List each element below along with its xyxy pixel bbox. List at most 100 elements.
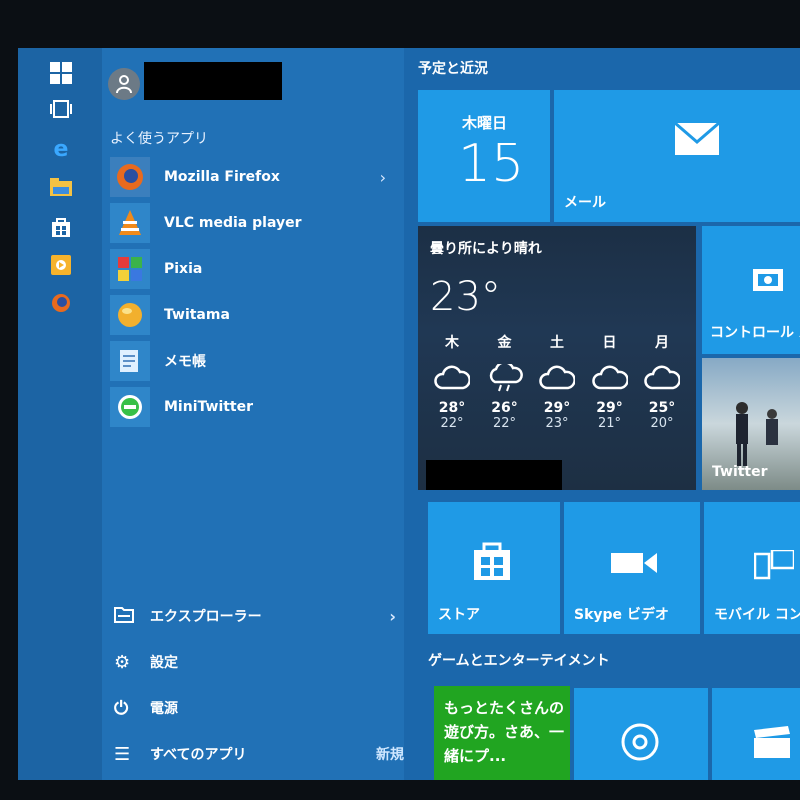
mail-label: メール xyxy=(564,195,606,211)
store-icon xyxy=(472,540,512,586)
forecast-low: 23° xyxy=(545,416,569,431)
groove-music-icon xyxy=(620,722,660,766)
minitwitter-icon xyxy=(110,387,150,427)
tiles-area: 予定と近況 木曜日 15 メール 曇り所により晴れ 23° 木 28° 22° xyxy=(404,48,800,780)
forecast-low: 21° xyxy=(597,416,622,431)
start-menu-list: よく使うアプリ Mozilla Firefox › VLC media play… xyxy=(102,48,404,780)
control-panel-icon xyxy=(752,268,792,302)
forecast-day: 土 29° 23° xyxy=(531,332,583,431)
mail-tile[interactable]: メール xyxy=(554,90,800,222)
chevron-right-icon[interactable]: › xyxy=(380,168,386,187)
movies-tv-tile[interactable] xyxy=(712,688,800,780)
weather-location-redaction xyxy=(426,460,562,490)
edge-icon[interactable]: e xyxy=(48,136,74,162)
forecast-low: 20° xyxy=(650,416,674,431)
app-label: Pixia xyxy=(164,261,203,277)
firefox-icon[interactable] xyxy=(48,290,74,316)
power-label: 電源 xyxy=(150,701,178,717)
weather-condition: 曇り所により晴れ xyxy=(430,241,542,257)
store-label: ストア xyxy=(438,607,480,623)
chevron-right-icon[interactable]: › xyxy=(389,607,396,626)
mail-icon xyxy=(674,121,720,160)
app-item-notepad[interactable]: メモ帳 xyxy=(110,340,400,382)
start-menu: e よく使うアプリ Mozilla Firefox › VLC media pl… xyxy=(18,48,800,780)
app-item-vlc[interactable]: VLC media player xyxy=(110,202,400,244)
app-item-twitama[interactable]: Twitama xyxy=(110,294,400,336)
app-label: Mozilla Firefox xyxy=(164,169,280,185)
app-label: MiniTwitter xyxy=(164,399,254,415)
forecast-day-name: 日 xyxy=(602,335,617,351)
folder-icon xyxy=(114,605,140,628)
media-icon[interactable] xyxy=(48,252,74,278)
xbox-promo-text: もっとたくさんの遊び方。さあ、一緒にプ... xyxy=(444,699,565,765)
video-camera-icon xyxy=(610,550,658,580)
start-rail: e xyxy=(18,48,102,780)
explorer-label: エクスプローラー xyxy=(150,609,262,625)
forecast-day-name: 月 xyxy=(655,335,669,351)
list-icon: ☰ xyxy=(114,743,131,765)
notepad-icon xyxy=(110,341,150,381)
forecast-low: 22° xyxy=(440,416,464,431)
people-photo xyxy=(728,398,788,472)
cloud-icon xyxy=(591,364,629,392)
vlc-icon xyxy=(110,203,150,243)
groove-music-tile[interactable] xyxy=(574,688,708,780)
power-icon: ⏻ xyxy=(114,697,129,719)
task-view-icon[interactable] xyxy=(48,96,74,122)
forecast-day: 木 28° 22° xyxy=(426,332,478,431)
skype-video-tile[interactable]: Skype ビデオ xyxy=(564,502,700,634)
forecast-day-name: 木 xyxy=(445,335,459,351)
control-panel-tile[interactable]: コントロール パ xyxy=(702,226,800,354)
file-explorer-icon[interactable] xyxy=(48,174,74,200)
twitter-label: Twitter xyxy=(712,464,768,480)
forecast-day: 金 26° 22° xyxy=(479,332,531,431)
xbox-tile[interactable]: もっとたくさんの遊び方。さあ、一緒にプ... xyxy=(434,686,570,780)
app-item-firefox[interactable]: Mozilla Firefox › xyxy=(110,156,400,198)
mobile-companion-tile[interactable]: モバイル コン xyxy=(704,502,800,634)
settings-label: 設定 xyxy=(150,655,178,671)
explorer-link[interactable]: エクスプローラー › xyxy=(114,598,414,634)
control-panel-label: コントロール パ xyxy=(710,325,800,341)
new-badge: 新規 xyxy=(376,747,404,763)
twitter-tile[interactable]: Twitter xyxy=(702,358,800,490)
skype-video-label: Skype ビデオ xyxy=(574,607,669,623)
windows-icon[interactable] xyxy=(48,60,74,86)
calendar-day: 木曜日 xyxy=(462,114,508,132)
group-title-schedule: 予定と近況 xyxy=(418,61,488,77)
mobile-label: モバイル コン xyxy=(714,607,800,623)
forecast-day-name: 土 xyxy=(550,335,564,351)
cloud-rain-icon xyxy=(487,361,523,392)
calendar-tile[interactable]: 木曜日 15 xyxy=(418,90,550,222)
cloud-icon xyxy=(644,364,681,392)
all-apps-link[interactable]: ☰ すべてのアプリ 新規 xyxy=(114,736,414,772)
power-button[interactable]: ⏻ 電源 xyxy=(114,690,414,726)
store-tile[interactable]: ストア xyxy=(428,502,560,634)
forecast-low: 22° xyxy=(492,416,517,431)
app-label: Twitama xyxy=(164,307,230,323)
app-label: VLC media player xyxy=(164,215,302,231)
forecast-day: 月 25° 20° xyxy=(636,332,688,431)
most-used-title: よく使うアプリ xyxy=(110,131,208,147)
weather-temperature: 23° xyxy=(430,274,501,320)
weather-tile[interactable]: 曇り所により晴れ 23° 木 28° 22° 金 26° 22° 土 29° 2… xyxy=(418,226,696,490)
group-title-games: ゲームとエンターテイメント xyxy=(428,653,610,669)
cloud-icon xyxy=(434,364,471,392)
settings-link[interactable]: ⚙ 設定 xyxy=(114,644,414,680)
user-avatar[interactable] xyxy=(108,68,140,100)
cloud-icon xyxy=(539,364,576,392)
forecast-high: 28° xyxy=(438,400,466,416)
pixia-icon xyxy=(110,249,150,289)
devices-icon xyxy=(753,548,796,584)
forecast-high: 29° xyxy=(543,400,571,416)
all-apps-label: すべてのアプリ xyxy=(150,747,247,763)
app-item-pixia[interactable]: Pixia xyxy=(110,248,400,290)
firefox-icon xyxy=(110,157,150,197)
forecast-high: 29° xyxy=(596,400,623,416)
app-item-minitwitter[interactable]: MiniTwitter xyxy=(110,386,400,428)
calendar-date: 15 xyxy=(458,134,525,194)
forecast-day-name: 金 xyxy=(497,335,512,351)
forecast-day: 日 29° 21° xyxy=(584,332,636,431)
app-label: メモ帳 xyxy=(164,354,206,370)
forecast-high: 25° xyxy=(648,400,676,416)
store-icon[interactable] xyxy=(48,214,74,240)
